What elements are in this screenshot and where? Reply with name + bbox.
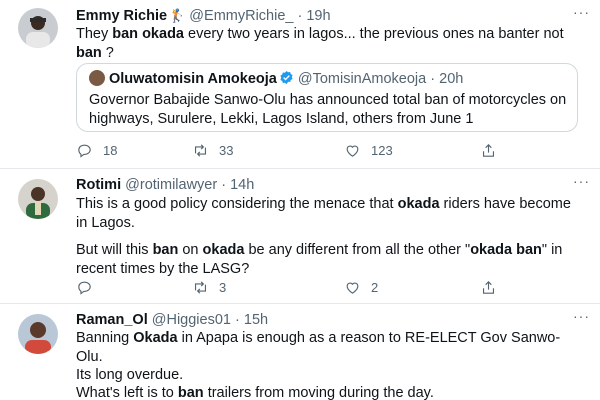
- author-name[interactable]: Raman_Ol: [76, 312, 148, 328]
- timestamp[interactable]: 15h: [244, 312, 268, 328]
- retweet-icon: [194, 280, 207, 294]
- highlighted-keyword: okada: [397, 196, 440, 212]
- highlighted-keyword: okada ban: [470, 242, 542, 258]
- timestamp[interactable]: 14h: [230, 177, 254, 193]
- author-name[interactable]: Emmy Richie: [76, 8, 167, 24]
- author-handle[interactable]: @Higgies01: [152, 312, 231, 328]
- avatar[interactable]: [18, 179, 58, 219]
- highlighted-keyword: okada: [142, 26, 184, 42]
- tweet-text: Banning Okada in Apapa is enough as a re…: [76, 329, 576, 366]
- tweet-text-line-2: Its long overdue.: [76, 367, 184, 383]
- heart-icon: [346, 145, 359, 157]
- retweet-count: 3: [219, 279, 227, 295]
- reply-icon: [78, 281, 91, 295]
- golf-emoji: 🏌: [169, 8, 186, 23]
- tweet-rotimi[interactable]: Rotimi @rotimilawyer · 14h ··· This is a…: [0, 169, 600, 299]
- avatar[interactable]: [18, 8, 58, 48]
- like-button[interactable]: 2: [344, 277, 378, 297]
- highlighted-keyword: Okada: [133, 330, 178, 346]
- text-segment: This is a good policy considering the me…: [76, 196, 398, 212]
- separator-dot: ·: [430, 71, 436, 87]
- reply-count: 18: [103, 142, 118, 158]
- retweet-button[interactable]: 33: [192, 140, 233, 160]
- share-icon: [482, 143, 495, 157]
- retweet-count: 33: [219, 142, 234, 158]
- reply-icon: [78, 144, 91, 158]
- quoted-avatar[interactable]: [89, 70, 105, 86]
- retweet-icon: [194, 143, 207, 157]
- verified-badge-icon: [280, 70, 293, 85]
- text-segment: ?: [101, 44, 114, 61]
- timestamp[interactable]: 19h: [306, 8, 330, 24]
- retweet-button[interactable]: 3: [192, 277, 226, 297]
- text-segment: But will this: [76, 242, 153, 258]
- quoted-author-name[interactable]: Oluwatomisin Amokeoja: [109, 71, 277, 87]
- quoted-timestamp[interactable]: 20h: [439, 71, 463, 87]
- reply-button[interactable]: 18: [76, 140, 117, 160]
- highlighted-keyword: ban: [112, 26, 139, 42]
- highlighted-keyword: ban: [177, 385, 204, 400]
- more-options-icon[interactable]: ···: [573, 173, 590, 189]
- like-count: 2: [371, 279, 379, 295]
- heart-icon: [346, 282, 359, 294]
- more-options-icon[interactable]: ···: [573, 308, 590, 324]
- highlighted-keyword: ban: [76, 44, 102, 61]
- like-count: 123: [371, 142, 393, 158]
- tweet-text: They ban okada every two years in lagos.…: [76, 25, 586, 62]
- tweet-emmy-richie[interactable]: Emmy Richie 🏌 @EmmyRichie_ · 19h ··· They…: [0, 0, 600, 162]
- quoted-tweet-text: Governor Babajide Sanwo-Olu has announce…: [89, 92, 567, 127]
- text-segment: Banning: [76, 330, 134, 346]
- text-segment: They: [76, 26, 113, 42]
- text-segment: every two years in lagos... the previous…: [184, 26, 564, 42]
- tweet-text-line-3: What's left is to ban trailers from movi…: [76, 384, 586, 400]
- tweet-actions: 18 33 123: [76, 140, 516, 160]
- share-button[interactable]: [480, 277, 507, 297]
- quoted-author-handle[interactable]: @TomisinAmokeoja: [298, 71, 426, 87]
- author-handle[interactable]: @rotimilawyer: [125, 177, 217, 193]
- avatar[interactable]: [18, 314, 58, 354]
- tweet-actions: 3 2: [76, 277, 516, 297]
- text-segment: What's left is to: [76, 385, 178, 400]
- tweet-raman-ol[interactable]: Raman_Ol @Higgies01 · 15h ··· Banning Ok…: [0, 304, 600, 400]
- share-icon: [482, 280, 495, 294]
- highlighted-keyword: ban: [152, 242, 179, 258]
- text-segment: be any different from all the other ": [244, 242, 471, 258]
- separator-dot: ·: [221, 177, 227, 193]
- text-segment: trailers from moving during the day.: [203, 385, 434, 400]
- author-handle[interactable]: @EmmyRichie_: [189, 8, 293, 24]
- separator-dot: ·: [297, 8, 303, 24]
- more-options-icon[interactable]: ···: [573, 4, 590, 20]
- highlighted-keyword: okada: [202, 242, 245, 258]
- text-segment: on: [178, 242, 203, 258]
- separator-dot: ·: [235, 312, 240, 328]
- reply-button[interactable]: [76, 277, 103, 297]
- like-button[interactable]: 123: [344, 140, 393, 160]
- tweet-text-paragraph-2: But will this ban on okada be any differ…: [76, 241, 586, 278]
- quoted-tweet[interactable]: Oluwatomisin Amokeoja @TomisinAmokeoja · …: [76, 63, 578, 132]
- author-name[interactable]: Rotimi: [76, 177, 121, 193]
- share-button[interactable]: [480, 140, 507, 160]
- tweet-text: This is a good policy considering the me…: [76, 195, 586, 232]
